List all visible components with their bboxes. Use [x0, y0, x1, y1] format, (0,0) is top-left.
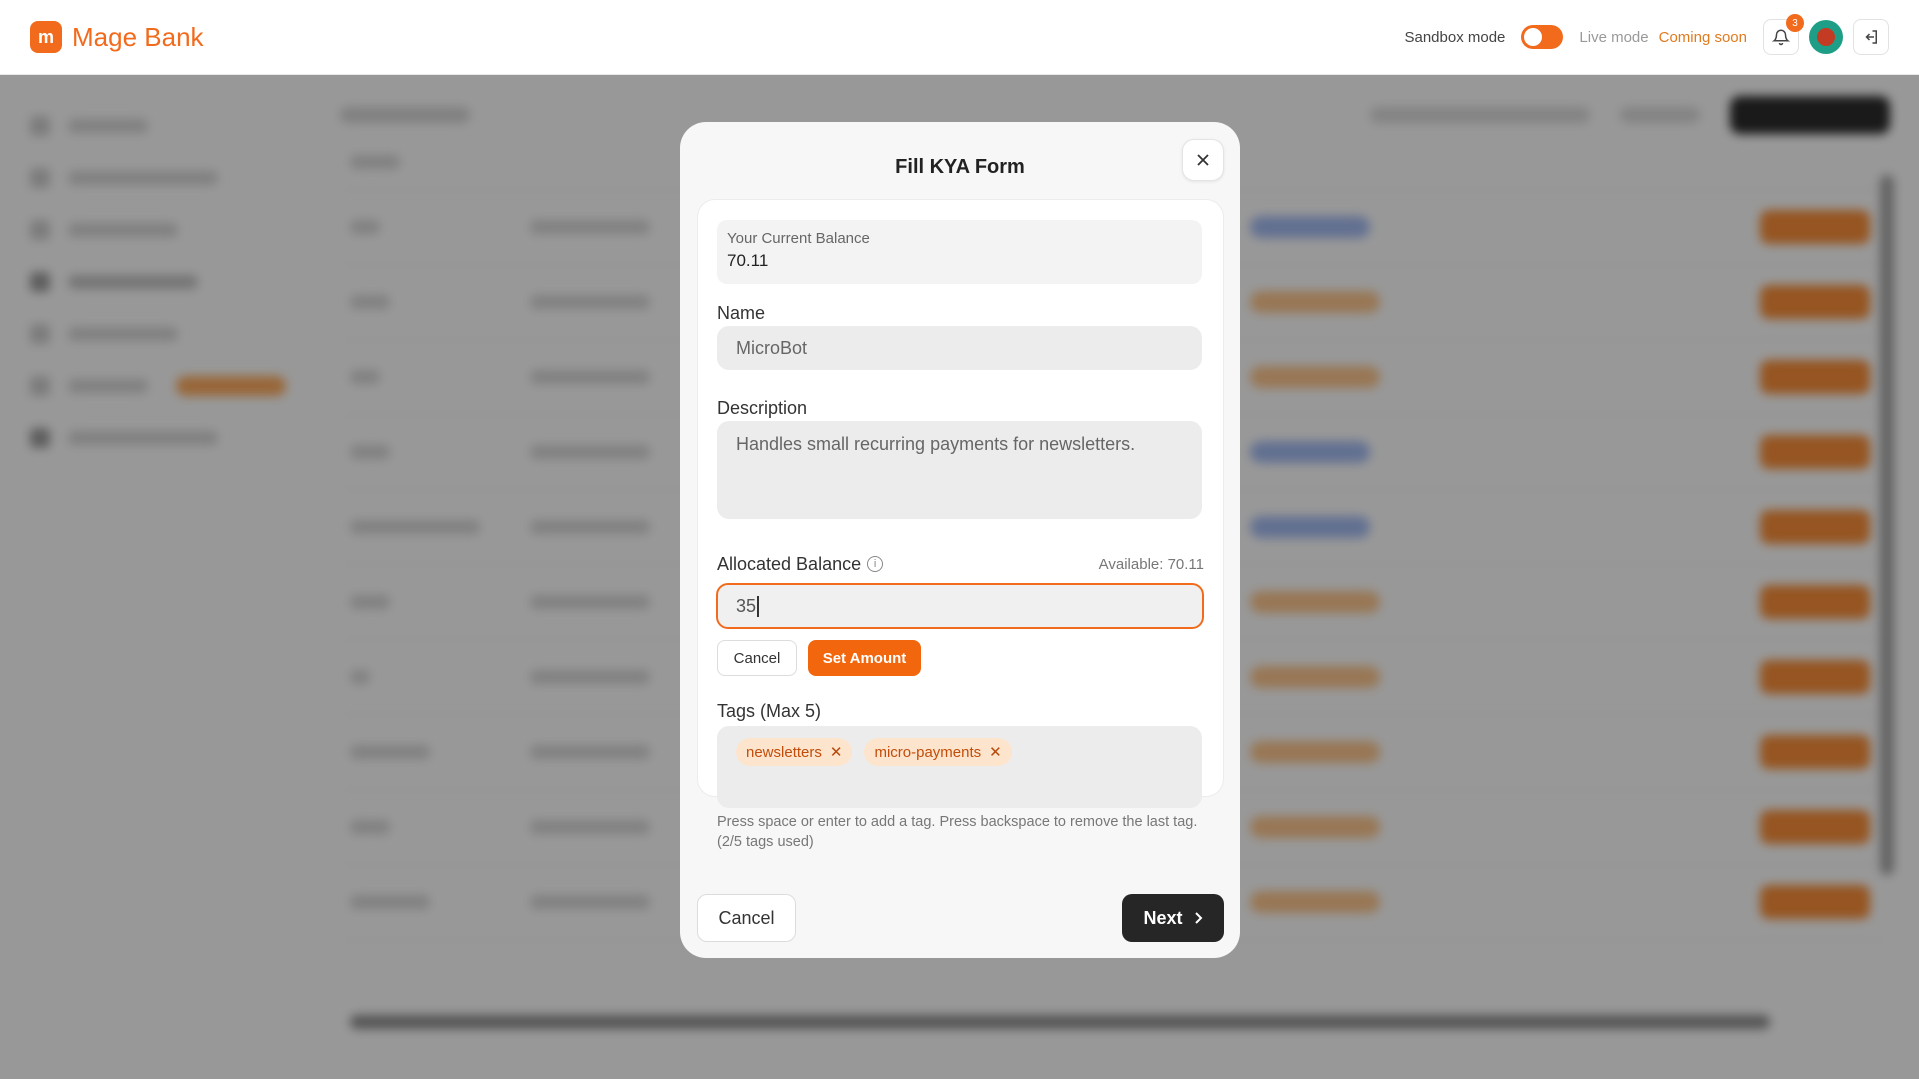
close-icon	[1197, 154, 1209, 166]
next-label: Next	[1143, 907, 1183, 928]
current-balance-box: Your Current Balance 70.11	[717, 220, 1202, 284]
name-label: Name	[717, 303, 766, 323]
info-icon[interactable]: i	[867, 556, 884, 573]
top-header: m Mage Bank Sandbox mode Live mode Comin…	[0, 0, 1919, 75]
current-balance-label: Your Current Balance	[727, 230, 870, 247]
next-button[interactable]: Next	[1122, 894, 1224, 942]
name-field[interactable]: MicroBot	[717, 326, 1202, 370]
live-mode-label: Live mode	[1579, 28, 1649, 46]
set-amount-button[interactable]: Set Amount	[808, 640, 921, 676]
tags-label: Tags (Max 5)	[717, 701, 822, 721]
allocated-amount-input[interactable]: 35	[716, 583, 1204, 629]
current-balance-value: 70.11	[727, 251, 769, 270]
mode-toggle[interactable]	[1521, 25, 1564, 49]
sandbox-mode-label: Sandbox mode	[1404, 28, 1506, 46]
text-caret	[757, 595, 759, 617]
available-balance: Available: 70.11	[1098, 556, 1204, 573]
chevron-right-icon	[1194, 912, 1202, 924]
notification-badge: 3	[1786, 14, 1804, 32]
bell-icon	[1772, 29, 1790, 46]
tag-chip: micro-payments ✕	[864, 738, 1012, 766]
close-button[interactable]	[1182, 139, 1224, 181]
form-card: Your Current Balance 70.11 Name MicroBot…	[697, 199, 1224, 850]
tag-chip: newsletters ✕	[736, 738, 853, 766]
remove-tag-icon[interactable]: ✕	[830, 743, 843, 761]
logout-icon	[1865, 30, 1877, 44]
header-controls: Sandbox mode Live mode Coming soon 3	[1404, 14, 1889, 55]
remove-tag-icon[interactable]: ✕	[989, 743, 1002, 761]
brand-name[interactable]: Mage Bank	[72, 22, 204, 53]
modal-title: Fill KYA Form	[895, 156, 1025, 178]
description-field[interactable]: Handles small recurring payments for new…	[717, 421, 1202, 519]
coming-soon-label: Coming soon	[1658, 28, 1747, 46]
tags-input[interactable]: newsletters ✕ micro-payments ✕	[717, 726, 1202, 808]
kya-form-modal: Fill KYA Form Your Current Balance 70.11…	[680, 122, 1240, 958]
tag-label: newsletters	[746, 743, 822, 761]
notifications-button[interactable]: 3	[1763, 14, 1804, 55]
tags-hint: Press space or enter to add a tag. Press…	[717, 814, 1198, 850]
allocated-balance-label: Allocated Balance i	[717, 554, 884, 575]
amount-cancel-button[interactable]: Cancel	[717, 640, 797, 676]
amount-value: 35	[736, 595, 757, 616]
logo-icon[interactable]: m	[30, 21, 62, 53]
avatar[interactable]	[1809, 20, 1843, 54]
avatar-face-icon	[1817, 28, 1835, 46]
cancel-button[interactable]: Cancel	[697, 894, 796, 942]
allocated-balance-text: Allocated Balance	[717, 554, 862, 574]
description-label: Description	[717, 398, 808, 418]
tag-label: micro-payments	[874, 743, 982, 761]
logout-button[interactable]	[1853, 19, 1889, 55]
